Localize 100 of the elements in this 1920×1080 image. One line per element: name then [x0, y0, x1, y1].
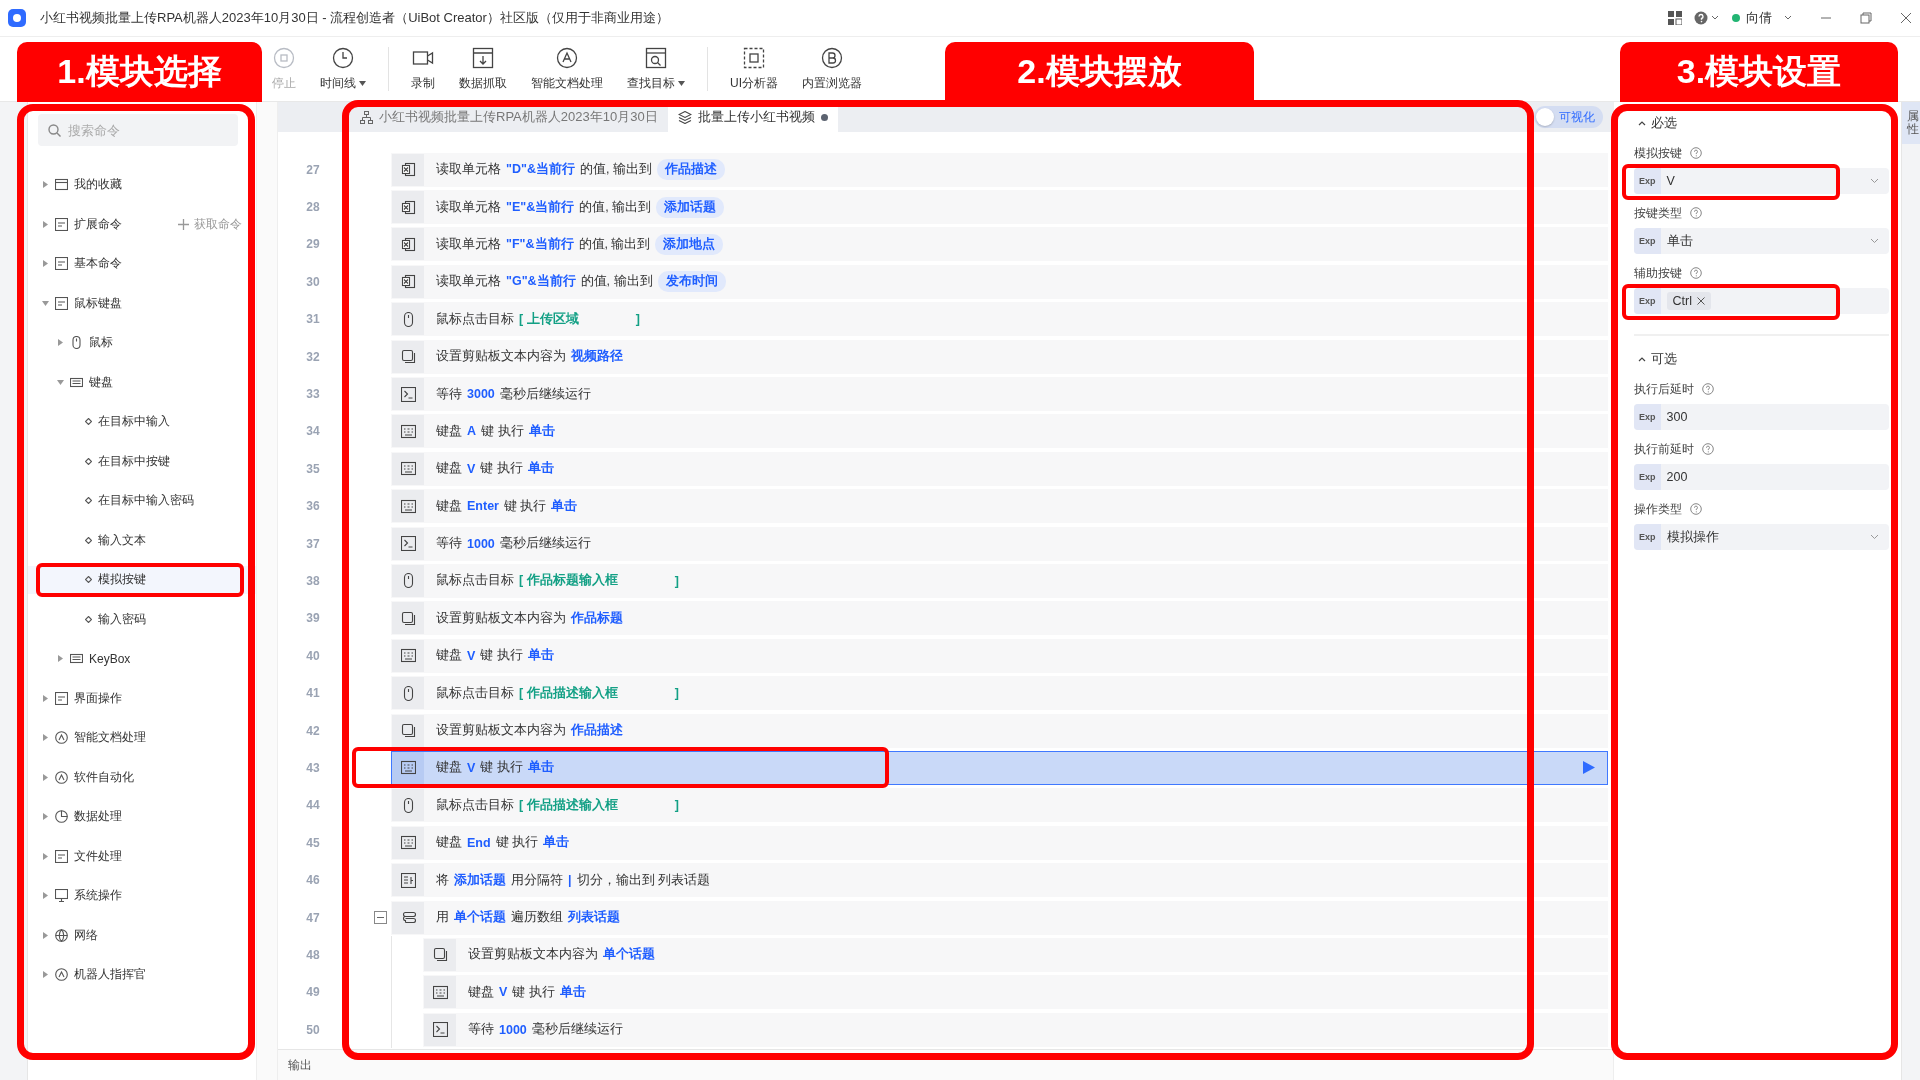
step-row[interactable]: 等待 1000 毫秒后继续运行	[391, 526, 1608, 561]
expression-badge[interactable]: Exp	[1634, 168, 1661, 194]
help-icon[interactable]	[1690, 147, 1702, 159]
expression-badge[interactable]: Exp	[1634, 228, 1661, 254]
expand-arrow-icon[interactable]	[57, 655, 64, 663]
play-icon[interactable]	[1583, 761, 1595, 775]
key-tag[interactable]: Ctrl	[1666, 292, 1711, 310]
toolbar-button[interactable]: 数据抓取	[449, 42, 517, 96]
expression-badge[interactable]: Exp	[1634, 404, 1661, 430]
select-field[interactable]: Exp V	[1634, 168, 1889, 194]
expand-arrow-icon[interactable]	[42, 773, 49, 781]
help-icon[interactable]	[1702, 443, 1714, 455]
step-row[interactable]: 等待 1000 毫秒后继续运行	[423, 1012, 1608, 1047]
collapse-icon[interactable]	[374, 911, 387, 924]
step-row[interactable]: 键盘 V 键 执行 单击	[391, 750, 1608, 785]
tree-item[interactable]: 鼠标键盘	[28, 289, 256, 318]
tree-item[interactable]: 在目标中输入密码	[28, 486, 256, 515]
step-row[interactable]: 读取单元格 "G"&当前行 的值, 输出到 发布时间	[391, 264, 1608, 299]
tree-item[interactable]: 文件处理	[28, 842, 256, 871]
tree-item[interactable]: 界面操作	[28, 684, 256, 713]
tree-item[interactable]: 键盘	[28, 368, 256, 397]
side-tab[interactable]: 属性	[1902, 102, 1920, 145]
input-field[interactable]: Exp 300	[1634, 404, 1889, 430]
step-row[interactable]: 键盘 End 键 执行 单击	[391, 825, 1608, 860]
output-tab[interactable]: 输出	[288, 1056, 312, 1074]
restore-icon[interactable]	[1860, 12, 1872, 24]
tree-item[interactable]: 我的收藏	[28, 170, 256, 199]
step-row[interactable]: 设置剪贴板文本内容为 作品标题	[391, 601, 1608, 636]
step-row[interactable]: 键盘 Enter 键 执行 单击	[391, 489, 1608, 524]
step-row[interactable]: 将 添加话题 用分隔符 | 切分，输出到 列表话题	[391, 863, 1608, 898]
step-row[interactable]: 设置剪贴板文本内容为 视频路径	[391, 339, 1608, 374]
toolbar-button[interactable]: 时间线	[310, 42, 376, 96]
tree-item[interactable]: 系统操作	[28, 881, 256, 910]
tree-item[interactable]: KeyBox	[28, 644, 256, 673]
step-row[interactable]: 键盘 V 键 执行 单击	[391, 451, 1608, 486]
step-row[interactable]: 读取单元格 "E"&当前行 的值, 输出到 添加话题	[391, 190, 1608, 225]
select-field[interactable]: Exp 模拟操作	[1634, 524, 1889, 550]
expand-arrow-icon[interactable]	[42, 181, 49, 189]
tree-item[interactable]: 输入文本	[28, 526, 256, 555]
select-field[interactable]: Exp 单击	[1634, 228, 1889, 254]
expand-arrow-icon[interactable]	[42, 299, 49, 307]
caret-icon[interactable]	[1784, 15, 1792, 21]
help-icon[interactable]	[1690, 207, 1702, 219]
close-icon[interactable]	[1696, 297, 1705, 305]
tree-item[interactable]: 软件自动化	[28, 763, 256, 792]
user-name[interactable]: 向倩	[1746, 9, 1772, 27]
step-row[interactable]: 键盘 V 键 执行 单击	[391, 638, 1608, 673]
toolbar-button[interactable]: 录制	[401, 42, 445, 96]
step-row[interactable]: 键盘 A 键 执行 单击	[391, 414, 1608, 449]
toolbar-button[interactable]: 查找目标	[617, 42, 695, 96]
expression-badge[interactable]: Exp	[1634, 524, 1661, 550]
tree-item[interactable]: 在目标中按键	[28, 447, 256, 476]
help-icon[interactable]	[1702, 383, 1714, 395]
expand-arrow-icon[interactable]	[42, 971, 49, 979]
step-row[interactable]: 鼠标点击目标 [ 作品描述输入框 ]	[391, 676, 1608, 711]
tree-item[interactable]: 智能文档处理	[28, 723, 256, 752]
expression-badge[interactable]: Exp	[1634, 464, 1661, 490]
search-field[interactable]: 搜索命令	[38, 114, 238, 146]
toolbar-button[interactable]: UI分析器	[720, 42, 788, 96]
step-row[interactable]: 设置剪贴板文本内容为 作品描述	[391, 713, 1608, 748]
expand-arrow-icon[interactable]	[42, 931, 49, 939]
expression-badge[interactable]: Exp	[1634, 288, 1661, 314]
help-icon[interactable]	[1694, 11, 1720, 25]
expand-arrow-icon[interactable]	[42, 813, 49, 821]
close-icon[interactable]	[1900, 12, 1912, 24]
step-row[interactable]: 鼠标点击目标 [ 上传区域 ]	[391, 302, 1608, 337]
expand-arrow-icon[interactable]	[42, 852, 49, 860]
toolbar-button[interactable]: 智能文档处理	[521, 42, 613, 96]
tree-item[interactable]: 机器人指挥官	[28, 960, 256, 989]
tree-item[interactable]: 鼠标	[28, 328, 256, 357]
tag-field[interactable]: Exp Ctrl	[1634, 288, 1889, 314]
tree-item[interactable]: 网络	[28, 921, 256, 950]
expand-arrow-icon[interactable]	[42, 734, 49, 742]
step-row[interactable]: 设置剪贴板文本内容为 单个话题	[423, 937, 1608, 972]
tree-item[interactable]: 扩展命令	[28, 210, 178, 239]
step-row[interactable]: 用 单个话题 遍历数组 列表话题	[391, 900, 1608, 935]
tree-item[interactable]: 输入密码	[28, 605, 256, 634]
step-row[interactable]: 鼠标点击目标 [ 作品描述输入框 ]	[391, 788, 1608, 823]
tree-item[interactable]: 基本命令	[28, 249, 256, 278]
step-row[interactable]: 读取单元格 "F"&当前行 的值, 输出到 添加地点	[391, 227, 1608, 262]
expand-arrow-icon[interactable]	[42, 220, 49, 228]
step-row[interactable]: 键盘 V 键 执行 单击	[423, 975, 1608, 1010]
expand-arrow-icon[interactable]	[42, 892, 49, 900]
step-row[interactable]: 鼠标点击目标 [ 作品标题输入框 ]	[391, 564, 1608, 598]
expand-arrow-icon[interactable]	[57, 339, 64, 347]
step-row[interactable]: 等待 3000 毫秒后继续运行	[391, 377, 1608, 412]
expand-arrow-icon[interactable]	[42, 694, 49, 702]
tree-item[interactable]: 在目标中输入	[28, 407, 256, 436]
help-icon[interactable]	[1690, 503, 1702, 515]
step-row[interactable]: 读取单元格 "D"&当前行 的值, 输出到 作品描述	[391, 152, 1608, 187]
expand-arrow-icon[interactable]	[42, 260, 49, 268]
collapse-caret-icon[interactable]	[1638, 120, 1646, 126]
input-field[interactable]: Exp 200	[1634, 464, 1889, 490]
expand-arrow-icon[interactable]	[57, 378, 64, 386]
tree-item[interactable]: 数据处理	[28, 802, 256, 831]
toolbar-button[interactable]: 内置浏览器	[792, 42, 872, 96]
grid-icon[interactable]	[1668, 11, 1682, 25]
collapse-caret-icon[interactable]	[1638, 356, 1646, 362]
help-icon[interactable]	[1690, 267, 1702, 279]
editor-tab[interactable]: 小红书视频批量上传RPA机器人2023年10月30日	[350, 102, 668, 132]
